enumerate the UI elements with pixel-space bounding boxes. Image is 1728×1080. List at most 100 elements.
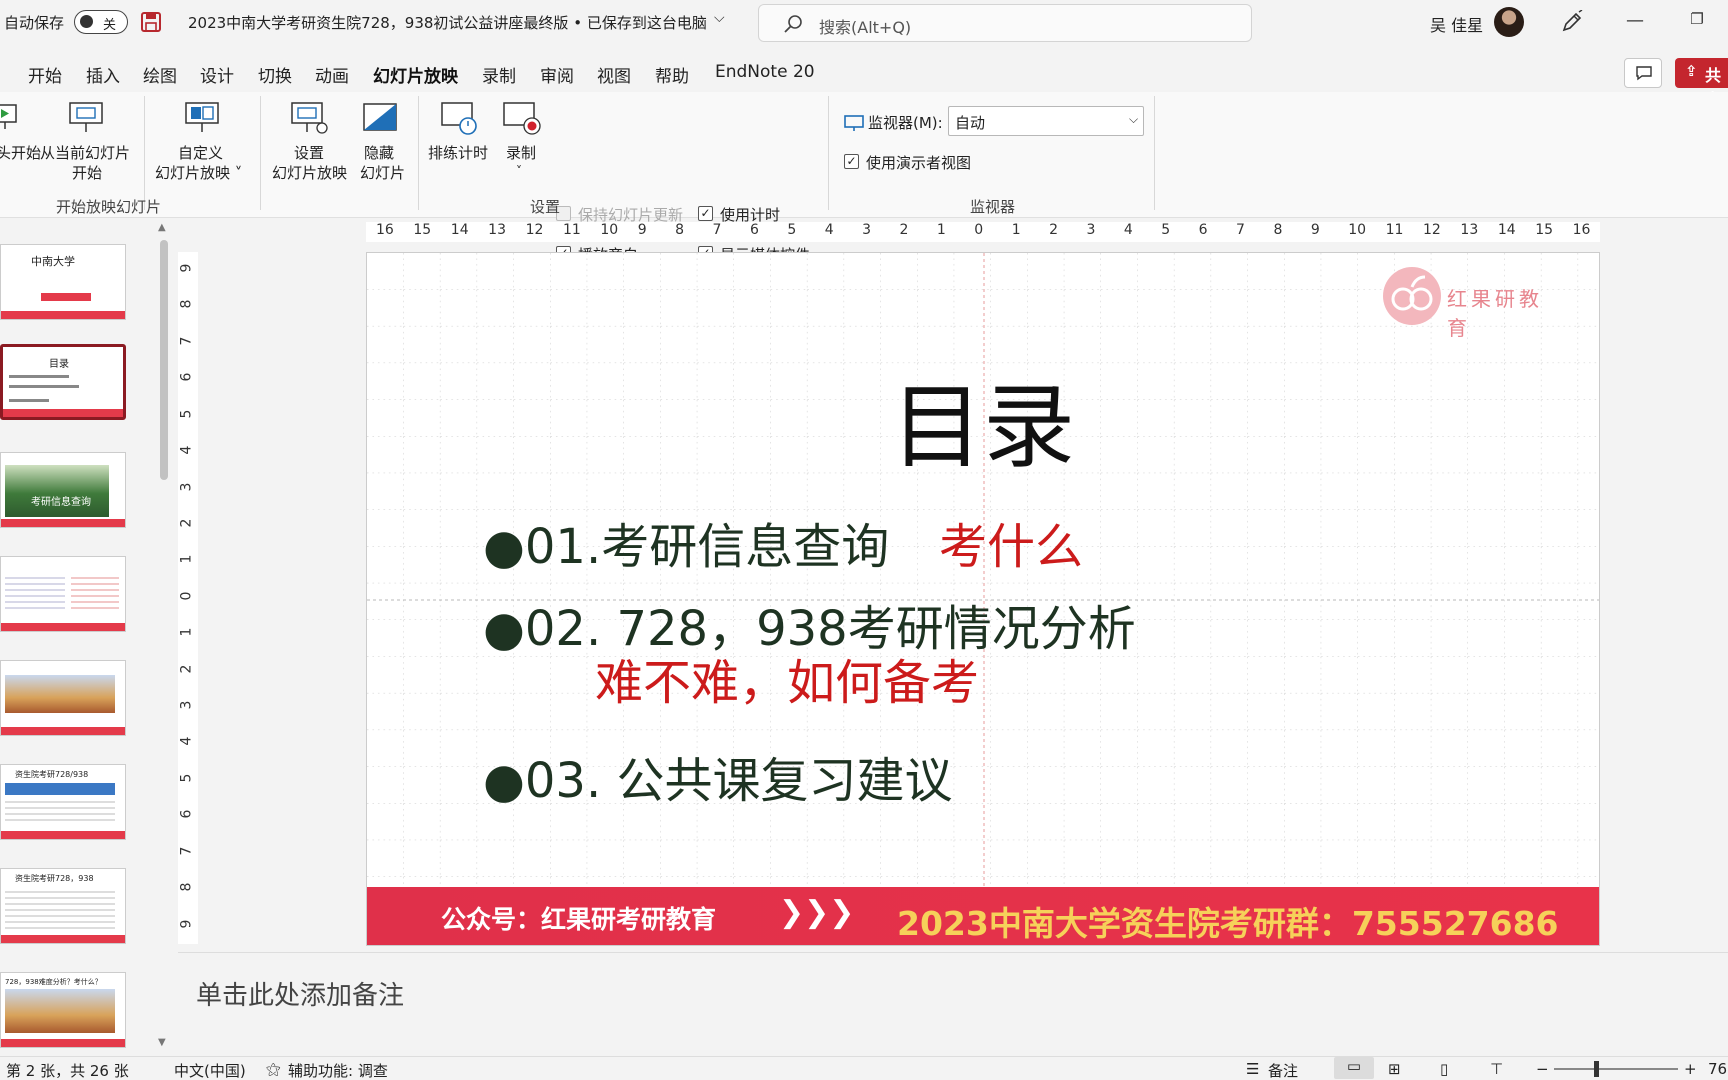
presenter-view-label[interactable]: 使用演示者视图 (866, 152, 971, 173)
setup-label-2[interactable]: 幻灯片放映 (272, 164, 347, 183)
hide-label-1[interactable]: 隐藏 (364, 144, 394, 163)
notes-pane[interactable]: 单击此处添加备注 (178, 952, 1728, 1056)
logo-text: 红果研教育 (1447, 287, 1543, 340)
tab-home[interactable]: 开始 (28, 62, 62, 87)
tab-review[interactable]: 审阅 (540, 62, 574, 87)
slide-thumbnail[interactable]: 728，938难度分析？考什么？ (0, 972, 126, 1048)
tab-insert[interactable]: 插入 (86, 62, 120, 87)
save-icon[interactable] (140, 11, 162, 33)
avatar[interactable] (1494, 7, 1524, 37)
slide-thumbnail[interactable]: 资生院考研728，938 (0, 868, 126, 944)
tab-endnote[interactable]: EndNote 20 (715, 62, 815, 82)
custom-slideshow-icon[interactable] (184, 100, 220, 136)
thumbnail-table (5, 783, 115, 795)
tab-transitions[interactable]: 切换 (258, 62, 292, 87)
record-icon[interactable] (502, 100, 542, 138)
slide-thumbnail[interactable]: 中南大学 (0, 244, 126, 320)
slide-thumbnail[interactable]: 考研信息查询 (0, 452, 126, 528)
slide-sorter-icon[interactable]: ⊞ (1388, 1060, 1401, 1078)
start-from-beginning-label[interactable]: 头开始 (0, 144, 41, 163)
ruler-tick-label: 1 (936, 222, 946, 238)
pen-icon[interactable] (1560, 10, 1584, 34)
thumbnail-scrollbar[interactable]: ▲ ▼ (158, 222, 170, 1048)
tab-draw[interactable]: 绘图 (143, 62, 177, 87)
slideshow-start-icon[interactable] (0, 102, 20, 132)
slide-thumbnail[interactable] (0, 556, 126, 632)
footer-arrows-icon: ❯❯❯ (779, 895, 855, 930)
minimize-icon[interactable]: — (1620, 10, 1650, 34)
scrollbar-thumb[interactable] (160, 240, 168, 480)
thumbnail-footer (1, 831, 125, 839)
ruler-tick-label: 7 (178, 336, 195, 346)
thumbnail-footer (1, 935, 125, 943)
search-box[interactable]: 搜索(Alt+Q) (758, 4, 1252, 42)
ruler-tick-label: 6 (1198, 222, 1208, 238)
zoom-in-icon[interactable]: + (1684, 1060, 1697, 1078)
ruler-tick-label: 7 (1236, 222, 1245, 238)
ruler-tick-label: 5 (787, 222, 797, 238)
toc-item-1[interactable]: ●01.考研信息查询 (483, 507, 889, 577)
setup-label-1[interactable]: 设置 (294, 144, 324, 163)
scroll-down-icon[interactable]: ▼ (158, 1037, 166, 1048)
tab-animations[interactable]: 动画 (315, 62, 349, 87)
rehearse-label[interactable]: 排练计时 (428, 144, 488, 163)
group-label-start: 开始放映幻灯片 (56, 198, 162, 216)
zoom-level[interactable]: 76 (1708, 1060, 1727, 1078)
record-label[interactable]: 录制 (506, 144, 536, 163)
share-button[interactable]: ⇪ 共享 (1675, 58, 1728, 109)
autosave-toggle[interactable]: 关 (74, 10, 128, 34)
tab-record[interactable]: 录制 (482, 62, 516, 87)
slide-thumbnail-selected[interactable]: 目录 (0, 344, 126, 420)
tab-help[interactable]: 帮助 (655, 62, 689, 87)
toc-item-1-tag[interactable]: 考什么 (939, 507, 1083, 577)
slide-thumbnail[interactable]: 资生院考研728/938 (0, 764, 126, 840)
reading-view-icon[interactable]: ▯ (1440, 1060, 1448, 1078)
document-title[interactable]: 2023中南大学考研资生院728，938初试公益讲座最终版 • 已保存到这台电脑 (188, 12, 707, 33)
slide-canvas[interactable]: 红果研教育 目录 ●01.考研信息查询 考什么 ●02. 728，938考研情况… (366, 252, 1600, 946)
monitor-select[interactable]: 自动 ⌵ (948, 106, 1144, 136)
tab-design[interactable]: 设计 (200, 62, 234, 87)
tab-slideshow[interactable]: 幻灯片放映 (373, 62, 458, 96)
from-current-label-2[interactable]: 开始 (72, 164, 102, 183)
notes-toggle[interactable]: 备注 (1268, 1060, 1298, 1080)
from-current-label-1[interactable]: 从当前幻灯片 (40, 144, 130, 163)
ruler-tick-label: 4 (178, 737, 195, 746)
ribbon-separator (828, 96, 829, 210)
toggle-knob (80, 15, 93, 28)
accessibility-icon[interactable]: ⚝ (266, 1060, 281, 1078)
ruler-tick-label: 3 (862, 222, 872, 238)
chevron-down-icon[interactable]: ⌵ (714, 10, 725, 26)
ruler-tick-label: 8 (178, 299, 195, 309)
hide-label-2[interactable]: 幻灯片 (360, 164, 405, 183)
hide-slide-icon[interactable] (362, 102, 398, 132)
custom-label-2[interactable]: 幻灯片放映 ˅ (155, 164, 242, 183)
restore-icon[interactable]: ❐ (1682, 10, 1712, 34)
zoom-slider[interactable] (1554, 1068, 1678, 1070)
scroll-up-icon[interactable]: ▲ (158, 222, 166, 233)
ruler-tick-label: 9 (1310, 222, 1320, 238)
use-timings-checkbox[interactable]: ✓ (698, 206, 713, 221)
presenter-view-checkbox[interactable]: ✓ (844, 154, 859, 169)
ruler-tick-label: 3 (1086, 222, 1096, 238)
accessibility-status[interactable]: 辅助功能: 调查 (288, 1060, 388, 1080)
tab-view[interactable]: 视图 (597, 62, 631, 87)
setup-slideshow-icon[interactable] (290, 100, 330, 138)
user-name[interactable]: 吴 佳星 (1430, 12, 1483, 36)
slide-title[interactable]: 目录 (367, 353, 1599, 486)
slideshow-view-icon[interactable]: ⊤ (1490, 1060, 1503, 1078)
thumbnail-table (5, 573, 65, 613)
rehearse-timings-icon[interactable] (440, 100, 480, 138)
custom-label-1[interactable]: 自定义 (178, 144, 223, 163)
notes-placeholder[interactable]: 单击此处添加备注 (196, 975, 404, 1012)
slideshow-current-icon[interactable] (68, 100, 104, 136)
toc-item-3[interactable]: ●03. 公共课复习建议 (483, 741, 952, 811)
chevron-down-icon[interactable]: ˅ (516, 162, 522, 181)
normal-view-icon[interactable]: ▭ (1334, 1057, 1374, 1079)
slide-thumbnail[interactable] (0, 660, 126, 736)
zoom-slider-thumb[interactable] (1594, 1061, 1599, 1077)
notes-icon[interactable]: ☰ (1246, 1060, 1259, 1078)
toc-item-2-sub[interactable]: 难不难，如何备考 (595, 643, 979, 713)
zoom-out-icon[interactable]: − (1536, 1060, 1549, 1078)
comments-button[interactable] (1624, 58, 1662, 88)
language-indicator[interactable]: 中文(中国) (174, 1060, 246, 1080)
